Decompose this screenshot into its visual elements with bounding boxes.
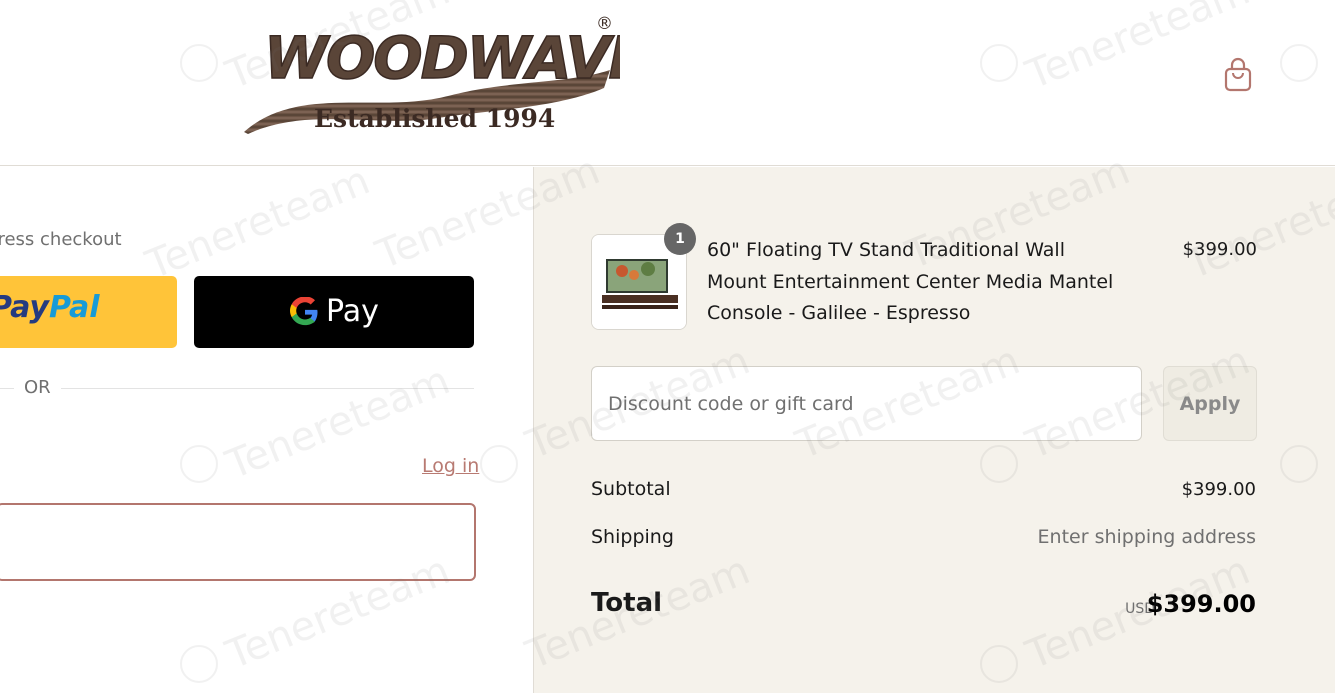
email-field[interactable] (0, 503, 476, 581)
order-summary: 1 60" Floating TV Stand Traditional Wall… (533, 167, 1335, 693)
google-pay-label: Pay (326, 294, 379, 329)
shipping-value: Enter shipping address (1037, 526, 1256, 548)
site-header: WOODWAVES ® Established 1994 (0, 0, 1335, 166)
shipping-label: Shipping (591, 526, 674, 548)
paypal-logo: PayPal (0, 290, 100, 325)
svg-text:WOODWAVES: WOODWAVES (264, 24, 620, 92)
log-in-link[interactable]: Log in (422, 455, 479, 477)
woodwaves-logo[interactable]: WOODWAVES ® Established 1994 (238, 14, 689, 140)
quantity-badge: 1 (664, 223, 696, 255)
google-pay-button[interactable]: Pay (194, 276, 474, 348)
apply-discount-button[interactable]: Apply (1163, 366, 1257, 441)
product-price: $399.00 (1182, 239, 1257, 260)
or-label: OR (14, 377, 61, 398)
or-divider (0, 388, 474, 389)
logo-tagline: Established 1994 (314, 104, 556, 133)
discount-code-input[interactable] (591, 366, 1142, 441)
paypal-button[interactable]: PayPal (0, 276, 177, 348)
checkout-main: Express checkout PayPal Pay OR Log in (0, 167, 533, 693)
total-label: Total (591, 588, 663, 618)
express-checkout-label: Express checkout (0, 229, 122, 250)
total-value: $399.00 (1146, 590, 1256, 618)
subtotal-value: $399.00 (1181, 479, 1256, 500)
subtotal-label: Subtotal (591, 478, 671, 500)
product-title: 60" Floating TV Stand Traditional Wall M… (707, 239, 1114, 324)
shopping-bag-icon[interactable] (1222, 57, 1254, 93)
google-g-icon (290, 296, 318, 325)
registered-mark: ® (596, 14, 613, 34)
